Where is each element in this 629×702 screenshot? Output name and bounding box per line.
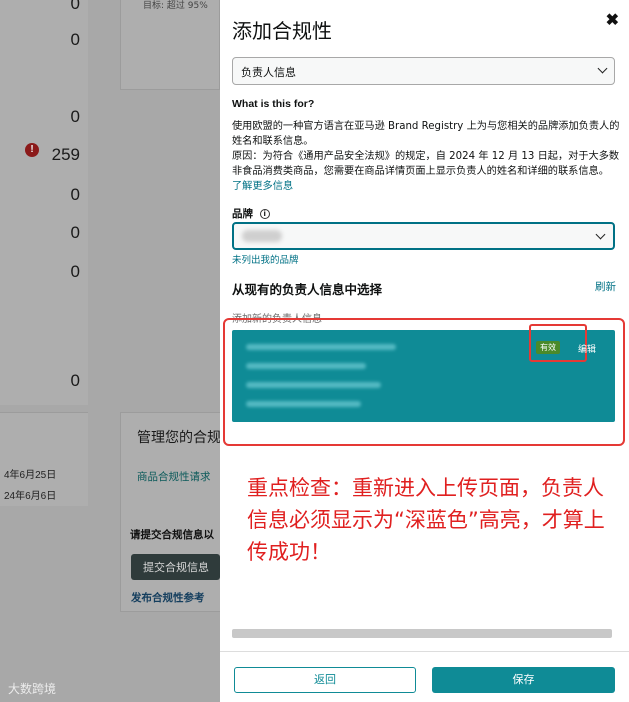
close-icon[interactable]: ✖: [606, 10, 619, 30]
target-text: 目标: 超过 95%: [143, 1, 208, 11]
submit-info-text: 请提交合规信息以: [130, 529, 214, 541]
annotation-text: 重点检查：重新进入上传页面，负责人信息必须显示为“深蓝色”高亮，才算上传成功！: [247, 476, 605, 564]
choose-existing-title: 从现有的负责人信息中选择: [232, 282, 383, 297]
save-button[interactable]: 保存: [432, 667, 615, 693]
metrics-card: 0 0 0 259 0 0 0 0: [0, 0, 88, 405]
submit-compliance-label: 提交合规信息: [143, 561, 209, 574]
compliance-type-value: 负责人信息: [241, 66, 296, 79]
description-text: 使用欧盟的一种官方语言在亚马逊 Brand Registry 上为与您相关的品牌…: [232, 121, 620, 147]
alert-icon: !: [25, 143, 39, 157]
compliance-type-select[interactable]: 负责人信息: [232, 57, 615, 85]
brand-not-listed-link[interactable]: 未列出我的品牌: [232, 252, 299, 266]
horizontal-scrollbar[interactable]: [232, 629, 612, 638]
publish-reference-link[interactable]: 发布合规性参考: [131, 590, 205, 605]
metric-value: 0: [70, 30, 80, 49]
footer-divider: [220, 651, 629, 652]
chevron-down-icon: [595, 229, 606, 240]
learn-more-link[interactable]: 了解更多信息: [232, 181, 293, 192]
brand-label: 品牌 i: [232, 206, 270, 221]
watermark: 大数跨境: [8, 682, 57, 696]
metric-value: 0: [70, 0, 80, 13]
manage-compliance-card: 管理您的合规 商品合规性请求: [120, 412, 221, 612]
metric-value: 0: [70, 371, 80, 390]
redacted-line: [246, 382, 381, 388]
metric-value: 259: [51, 145, 80, 164]
metric-value: 0: [70, 107, 80, 126]
target-card: 目标: 超过 95%: [120, 0, 220, 90]
modal-title: 添加合规性: [232, 19, 332, 43]
back-button[interactable]: 返回: [234, 667, 416, 693]
redacted-line: [246, 401, 361, 407]
brand-label-text: 品牌: [232, 208, 253, 220]
responsible-person-card[interactable]: 有效 编辑: [232, 324, 615, 422]
metric-value: 0: [70, 262, 80, 281]
metric-value: 0: [70, 185, 80, 204]
metric-value: 0: [70, 223, 80, 242]
redacted-brand-value: [242, 230, 282, 242]
info-icon[interactable]: i: [259, 209, 270, 219]
edit-link[interactable]: 编辑: [578, 342, 596, 355]
refresh-link[interactable]: 刷新: [595, 279, 616, 294]
reason-body: 原因：为符合《通用产品安全法规》的规定，自 2024 年 12 月 13 日起，…: [232, 151, 620, 177]
dates-card: 4年6月25日 24年6月6日: [0, 412, 88, 506]
brand-select[interactable]: [232, 222, 615, 250]
date-text: 4年6月25日: [4, 470, 57, 481]
submit-compliance-button[interactable]: 提交合规信息: [131, 554, 220, 580]
reason-text: 原因：为符合《通用产品安全法规》的规定，自 2024 年 12 月 13 日起，…: [232, 149, 622, 194]
redacted-line: [246, 363, 366, 369]
what-is-this-heading: What is this for?: [232, 98, 315, 110]
add-compliance-modal: 添加合规性 ✖ 负责人信息 What is this for? 使用欧盟的一种官…: [220, 0, 629, 702]
status-badge: 有效: [536, 341, 560, 354]
date-text: 24年6月6日: [4, 491, 57, 502]
chevron-down-icon: [597, 63, 608, 74]
redacted-line: [246, 344, 396, 350]
compliance-request-link[interactable]: 商品合规性请求: [137, 469, 211, 484]
manage-title: 管理您的合规: [137, 430, 221, 446]
